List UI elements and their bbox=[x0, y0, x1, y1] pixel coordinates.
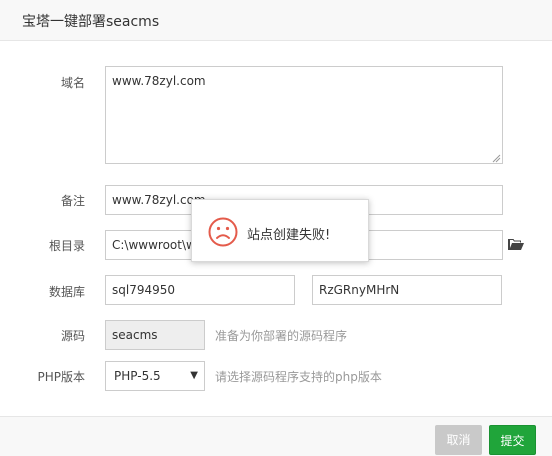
source-readonly-input bbox=[105, 320, 205, 350]
submit-button[interactable]: 提交 bbox=[489, 425, 536, 455]
chevron-down-icon: ▼ bbox=[190, 370, 198, 381]
domain-textarea[interactable]: www.78zyl.com bbox=[105, 66, 503, 164]
resize-grip-icon[interactable] bbox=[492, 154, 501, 163]
cancel-button[interactable]: 取消 bbox=[435, 425, 482, 455]
db-name-input[interactable] bbox=[105, 275, 295, 305]
php-hint: 请选择源码程序支持的php版本 bbox=[215, 370, 382, 384]
toast-message: 站点创建失败! bbox=[247, 228, 331, 243]
source-label: 源码 bbox=[60, 329, 85, 343]
error-toast: 站点创建失败! bbox=[191, 199, 369, 262]
database-label: 数据库 bbox=[48, 285, 85, 299]
domain-label: 域名 bbox=[60, 76, 85, 90]
deploy-dialog: 宝塔一键部署seacms 域名 www.78zyl.com 备注 根目录 数据库… bbox=[0, 0, 552, 456]
source-hint: 准备为你部署的源码程序 bbox=[215, 329, 348, 343]
root-label: 根目录 bbox=[48, 239, 85, 253]
remark-label: 备注 bbox=[60, 194, 85, 208]
sad-face-icon bbox=[208, 217, 238, 247]
php-label: PHP版本 bbox=[37, 370, 86, 384]
folder-open-icon[interactable] bbox=[508, 238, 524, 251]
dialog-titlebar[interactable]: 宝塔一键部署seacms bbox=[0, 0, 552, 41]
php-version-value: PHP-5.5 bbox=[114, 369, 161, 383]
dialog-title: 宝塔一键部署seacms bbox=[22, 14, 160, 30]
php-version-select[interactable]: PHP-5.5 ▼ bbox=[105, 361, 205, 391]
db-password-input[interactable] bbox=[312, 275, 502, 305]
